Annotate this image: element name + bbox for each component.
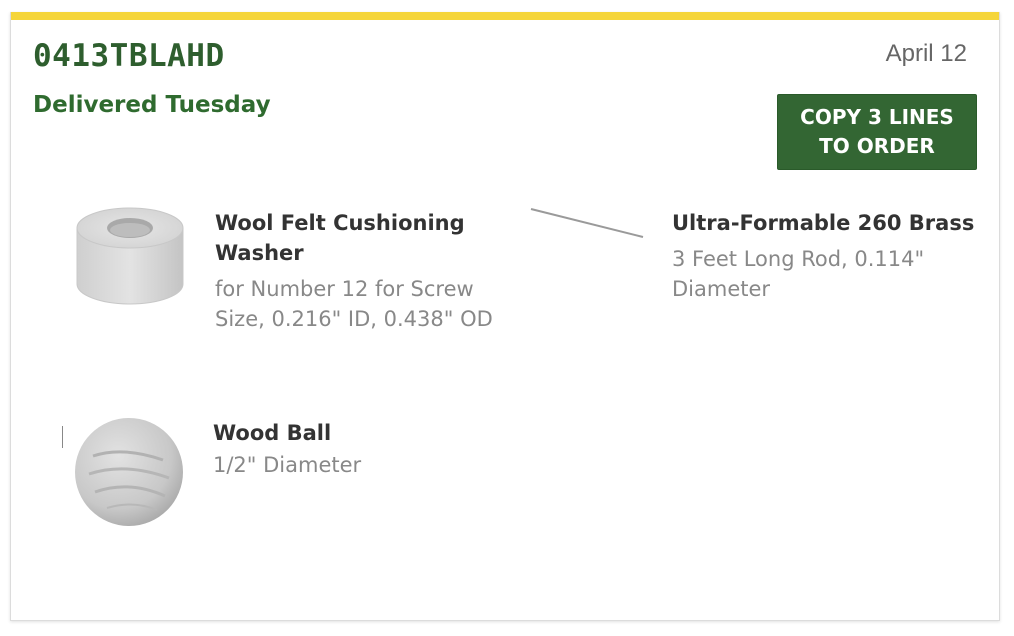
item-title[interactable]: Ultra-Formable 260 Brass [672, 208, 977, 238]
list-item[interactable]: Wool Felt Cushioning Washer for Number 1… [215, 208, 515, 334]
accent-bar [11, 12, 999, 20]
copy-lines-to-order-button[interactable]: COPY 3 LINES TO ORDER [777, 94, 977, 170]
item-description: 1/2" Diameter [213, 453, 362, 477]
list-item[interactable]: Ultra-Formable 260 Brass 3 Feet Long Rod… [672, 208, 977, 304]
order-date: April 12 [885, 40, 967, 67]
item-title[interactable]: Wool Felt Cushioning Washer [215, 208, 515, 268]
copy-button-label-line1: COPY 3 LINES [800, 105, 954, 129]
order-number[interactable]: 0413TBLAHD [33, 38, 225, 74]
item-description: for Number 12 for Screw Size, 0.216" ID,… [215, 277, 493, 331]
item-title[interactable]: Wood Ball [213, 418, 513, 448]
wood-ball-image[interactable] [73, 416, 185, 528]
brass-rod-image[interactable] [529, 206, 645, 240]
item-description: 3 Feet Long Rod, 0.114" Diameter [672, 247, 925, 301]
list-item[interactable]: Wood Ball 1/2" Diameter [213, 418, 513, 480]
copy-button-label-line2: TO ORDER [819, 134, 935, 158]
divider-tick [62, 426, 63, 448]
felt-washer-image[interactable] [73, 204, 187, 312]
delivery-status: Delivered Tuesday [33, 92, 271, 118]
order-card: 0413TBLAHD April 12 Delivered Tuesday CO… [10, 12, 1000, 621]
